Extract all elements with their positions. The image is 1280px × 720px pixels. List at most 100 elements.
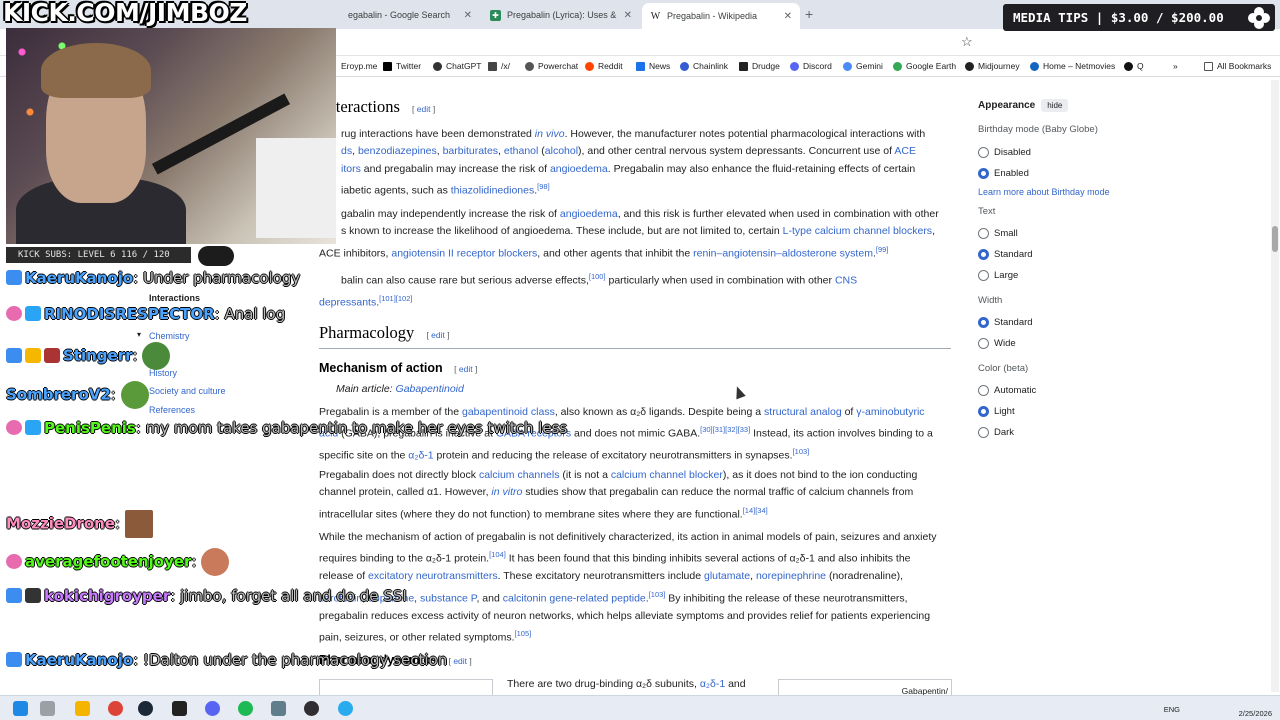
app-icon[interactable]: [271, 701, 286, 716]
radio-text-standard[interactable]: Standard: [978, 244, 1138, 265]
telegram-icon[interactable]: [338, 701, 353, 716]
link[interactable]: renin–angiotensin–aldosterone system: [693, 247, 873, 259]
bookmark-drudge[interactable]: Drudge: [739, 61, 780, 71]
link[interactable]: γ-aminobutyric: [856, 406, 924, 418]
bookmark-twitter[interactable]: Twitter: [383, 61, 421, 71]
link[interactable]: angioedema: [560, 208, 618, 220]
bookmark-discord[interactable]: Discord: [790, 61, 832, 71]
edit-link[interactable]: [ edit ]: [412, 104, 435, 114]
birthday-mode-link[interactable]: Learn more about Birthday mode: [978, 187, 1138, 197]
citation[interactable]: [14][34]: [743, 506, 768, 515]
radio-birthday-enabled[interactable]: Enabled: [978, 163, 1138, 184]
link[interactable]: norepinephrine: [756, 570, 826, 582]
link[interactable]: calcium channels: [479, 469, 560, 481]
bookmark-gemini[interactable]: Gemini: [843, 61, 883, 71]
citation[interactable]: [99]: [876, 245, 889, 254]
citation[interactable]: [101][102]: [379, 294, 412, 303]
citation[interactable]: [30][31][32][33]: [700, 425, 750, 434]
toc-item-interactions[interactable]: Interactions: [149, 293, 200, 303]
bookmark-eroyp[interactable]: Eroyp.me: [341, 61, 377, 71]
bookmark-powerchat[interactable]: Powerchat: [525, 61, 578, 71]
spotify-icon[interactable]: [238, 701, 253, 716]
link[interactable]: angiotensin II receptor blockers: [391, 247, 537, 259]
link[interactable]: gabapentinoid class: [462, 406, 555, 418]
link[interactable]: excitatory neurotransmitters: [368, 570, 498, 582]
file-explorer-icon[interactable]: [75, 701, 90, 716]
link[interactable]: depressants: [319, 296, 376, 308]
tab-wikipedia[interactable]: W Pregabalin - Wikipedia ✕: [642, 3, 800, 29]
radio-birthday-disabled[interactable]: Disabled: [978, 142, 1138, 163]
tab-drugs[interactable]: ✚ Pregabalin (Lyrica): Uses & Side ✕: [482, 4, 640, 26]
radio-text-large[interactable]: Large: [978, 265, 1138, 286]
link[interactable]: L-type calcium channel blockers: [783, 225, 932, 237]
radio-color-automatic[interactable]: Automatic: [978, 380, 1138, 401]
citation[interactable]: [103]: [793, 447, 810, 456]
link[interactable]: ds: [341, 145, 352, 157]
link[interactable]: α₂δ-1: [408, 450, 433, 462]
citation[interactable]: [104]: [489, 550, 506, 559]
bookmark-chainlink[interactable]: Chainlink: [680, 61, 728, 71]
chevron-down-icon[interactable]: ▾: [137, 330, 141, 339]
bookmark-midjourney[interactable]: Midjourney: [965, 61, 1020, 71]
chrome-icon[interactable]: [108, 701, 123, 716]
hide-button[interactable]: hide: [1041, 98, 1069, 112]
close-icon[interactable]: ✕: [624, 10, 632, 21]
terminal-icon[interactable]: [172, 701, 187, 716]
citation[interactable]: [98]: [537, 182, 550, 191]
bookmark-google-earth[interactable]: Google Earth: [893, 61, 956, 71]
link[interactable]: benzodiazepines: [358, 145, 437, 157]
chevron-right-icon[interactable]: »: [1173, 61, 1178, 71]
link[interactable]: barbiturates: [443, 145, 498, 157]
link[interactable]: ethanol: [504, 145, 538, 157]
link[interactable]: structural analog: [764, 406, 842, 418]
close-icon[interactable]: ✕: [784, 11, 792, 22]
discord-icon[interactable]: [205, 701, 220, 716]
tab-google-search[interactable]: egabalin - Google Search ✕: [340, 4, 480, 26]
scrollbar[interactable]: [1271, 80, 1279, 692]
new-tab-icon[interactable]: +: [805, 6, 813, 22]
link[interactable]: in vivo: [535, 128, 565, 140]
radio-width-standard[interactable]: Standard: [978, 312, 1138, 333]
edit-link[interactable]: [ edit ]: [426, 330, 449, 340]
bookmark-q[interactable]: Q: [1124, 61, 1144, 71]
link[interactable]: itors: [341, 163, 361, 175]
bookmark-netmovies[interactable]: Home – Netmovies: [1030, 61, 1115, 71]
link[interactable]: glutamate: [704, 570, 750, 582]
steam-icon[interactable]: [138, 701, 153, 716]
bookmark-reddit[interactable]: Reddit: [585, 61, 623, 71]
link[interactable]: alcohol: [545, 145, 578, 157]
link[interactable]: α₂δ-1: [700, 678, 725, 690]
link[interactable]: in vitro: [491, 486, 522, 498]
link[interactable]: substance P: [420, 592, 476, 604]
link[interactable]: calcium channel blocker: [611, 469, 723, 481]
link[interactable]: CNS: [835, 275, 857, 287]
link[interactable]: Gabapentinoid: [396, 383, 464, 395]
radio-text-small[interactable]: Small: [978, 223, 1138, 244]
toc-item-chemistry[interactable]: Chemistry: [149, 331, 190, 341]
citation[interactable]: [105]: [515, 629, 532, 638]
radio-color-light[interactable]: Light: [978, 401, 1138, 422]
link[interactable]: calcitonin gene-related peptide: [503, 592, 646, 604]
close-icon[interactable]: ✕: [464, 10, 472, 21]
toc-item-references[interactable]: References: [149, 405, 195, 415]
system-tray[interactable]: ENG 2/25/2026: [1164, 699, 1272, 718]
scrollbar-thumb[interactable]: [1272, 226, 1278, 252]
radio-color-dark[interactable]: Dark: [978, 422, 1138, 443]
link[interactable]: angioedema: [550, 163, 608, 175]
link[interactable]: ACE: [894, 145, 916, 157]
windows-start-icon[interactable]: [13, 701, 28, 716]
edit-link[interactable]: [ edit ]: [454, 364, 477, 374]
task-view-icon[interactable]: [40, 701, 55, 716]
bookmark-x[interactable]: /x/: [488, 61, 510, 71]
edit-link[interactable]: [ edit ]: [449, 656, 472, 666]
link[interactable]: thiazolidinediones: [451, 185, 534, 197]
obs-icon[interactable]: [304, 701, 319, 716]
citation[interactable]: [103]: [649, 590, 666, 599]
bookmark-chatgpt[interactable]: ChatGPT: [433, 61, 481, 71]
toc-item-society[interactable]: Society and culture: [149, 386, 226, 396]
bookmark-news[interactable]: News: [636, 61, 670, 71]
citation[interactable]: [100]: [589, 272, 606, 281]
language-indicator[interactable]: ENG: [1164, 705, 1180, 714]
star-icon[interactable]: ☆: [961, 34, 973, 50]
bookmark-all[interactable]: All Bookmarks: [1204, 61, 1271, 71]
